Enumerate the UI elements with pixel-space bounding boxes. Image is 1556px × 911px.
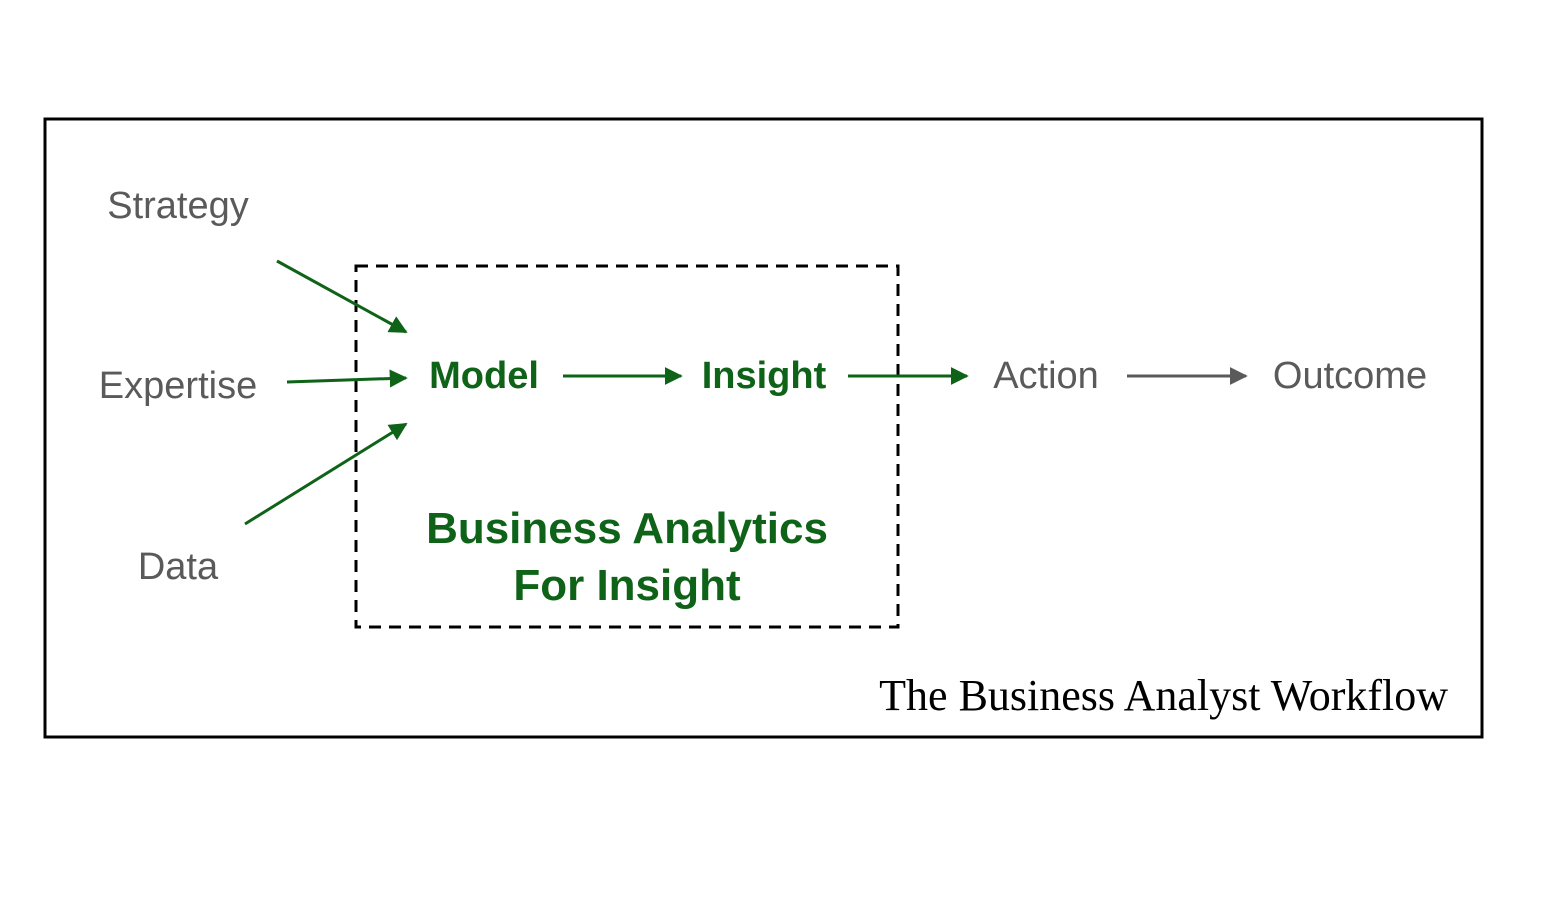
insight-label: Insight	[702, 355, 827, 397]
box-label-line2: For Insight	[513, 561, 741, 610]
input-data-label: Data	[138, 546, 219, 588]
strategy-arrow	[276, 259, 408, 334]
diagram-caption: The Business Analyst Workflow	[879, 671, 1448, 720]
box-label-line1: Business Analytics	[426, 504, 828, 553]
data-arrow	[244, 422, 408, 526]
outcome-label: Outcome	[1273, 355, 1427, 397]
business-analyst-workflow-diagram: Strategy Expertise Data Model Insight Ac…	[43, 117, 1484, 739]
outer-frame	[43, 117, 1484, 739]
model-label: Model	[429, 355, 539, 397]
input-expertise-label: Expertise	[99, 365, 257, 407]
action-label: Action	[993, 355, 1099, 397]
expertise-arrow	[286, 369, 408, 388]
input-strategy-label: Strategy	[107, 185, 249, 227]
